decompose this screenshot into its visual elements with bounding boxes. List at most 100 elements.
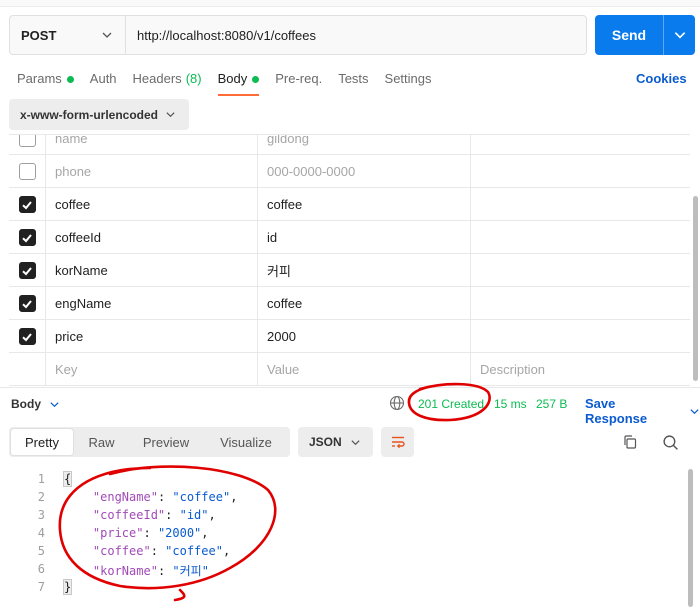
value-cell[interactable]: 2000 bbox=[258, 320, 471, 353]
headers-count: (8) bbox=[185, 71, 202, 86]
copy-icon[interactable] bbox=[622, 434, 638, 450]
check-icon bbox=[22, 332, 32, 341]
row-checkbox[interactable] bbox=[18, 135, 36, 147]
chevron-down-icon bbox=[50, 401, 59, 407]
url-input[interactable]: http://localhost:8080/v1/coffees bbox=[126, 28, 316, 43]
value-cell[interactable]: coffee bbox=[258, 287, 471, 320]
value-cell[interactable]: coffee bbox=[258, 188, 471, 221]
value-cell[interactable]: 커피 bbox=[258, 254, 471, 287]
response-section-label: Body bbox=[11, 397, 41, 411]
description-cell[interactable] bbox=[471, 135, 690, 155]
key-cell[interactable]: engName bbox=[46, 287, 258, 320]
check-icon bbox=[22, 200, 32, 209]
globe-icon[interactable] bbox=[389, 395, 405, 411]
scrollbar-thumb[interactable] bbox=[693, 196, 698, 381]
code-scrollbar[interactable] bbox=[688, 466, 693, 611]
tab-settings[interactable]: Settings bbox=[385, 70, 432, 94]
description-cell[interactable] bbox=[471, 188, 690, 221]
value-placeholder[interactable]: Value bbox=[258, 353, 471, 386]
value-cell[interactable]: gildong bbox=[258, 135, 471, 155]
chevron-down-icon bbox=[690, 408, 699, 414]
line-number: 7 bbox=[37, 580, 45, 594]
line-number: 2 bbox=[37, 490, 45, 504]
send-divider bbox=[663, 15, 664, 55]
tab-headers[interactable]: Headers (8) bbox=[133, 70, 202, 94]
body-type-label: x-www-form-urlencoded bbox=[20, 107, 159, 122]
tab-pre-request[interactable]: Pre-req. bbox=[275, 70, 322, 94]
chevron-down-icon bbox=[166, 112, 175, 118]
key-placeholder[interactable]: Key bbox=[46, 353, 258, 386]
response-view-tabs: Pretty Raw Preview Visualize bbox=[9, 427, 290, 457]
table-row: price 2000 bbox=[9, 320, 690, 353]
method-select[interactable]: POST bbox=[10, 16, 126, 54]
check-icon bbox=[22, 299, 32, 308]
check-icon bbox=[22, 266, 32, 275]
table-row: name gildong bbox=[9, 135, 690, 155]
tab-params[interactable]: Params bbox=[17, 70, 74, 94]
row-checkbox[interactable] bbox=[18, 262, 36, 279]
format-select[interactable]: JSON bbox=[298, 427, 373, 457]
tab-visualize[interactable]: Visualize bbox=[204, 427, 288, 457]
key-cell[interactable]: coffee bbox=[46, 188, 258, 221]
description-cell[interactable] bbox=[471, 221, 690, 254]
value-cell[interactable]: id bbox=[258, 221, 471, 254]
url-bar: POST http://localhost:8080/v1/coffees bbox=[9, 15, 587, 55]
key-cell[interactable]: price bbox=[46, 320, 258, 353]
tab-pretty[interactable]: Pretty bbox=[11, 429, 73, 455]
send-label: Send bbox=[611, 27, 647, 43]
description-cell[interactable] bbox=[471, 320, 690, 353]
key-cell[interactable]: phone bbox=[46, 155, 258, 188]
table-row-placeholder: Key Value Description bbox=[9, 353, 690, 386]
key-cell[interactable]: korName bbox=[46, 254, 258, 287]
tab-preview[interactable]: Preview bbox=[128, 427, 204, 457]
row-checkbox[interactable] bbox=[18, 328, 36, 345]
line-number: 4 bbox=[37, 526, 45, 540]
request-tabs: Params Auth Headers (8) Body Pre-req. Tes… bbox=[17, 70, 448, 96]
format-label: JSON bbox=[309, 435, 342, 449]
save-response-label: Save Response bbox=[585, 396, 648, 426]
code-line: "coffeeId": "id", bbox=[92, 508, 216, 522]
tab-body[interactable]: Body bbox=[217, 70, 260, 96]
response-section-select[interactable]: Body bbox=[11, 397, 60, 411]
line-number: 5 bbox=[37, 544, 45, 558]
row-checkbox[interactable] bbox=[18, 196, 36, 213]
scrollbar-thumb[interactable] bbox=[688, 469, 693, 607]
form-data-table: name gildong phone 000-0000-0000 coffee … bbox=[9, 134, 690, 386]
response-time[interactable]: 15 ms bbox=[494, 397, 527, 411]
description-cell[interactable] bbox=[471, 287, 690, 320]
tab-tests[interactable]: Tests bbox=[338, 70, 368, 94]
wrap-lines-button[interactable] bbox=[381, 427, 414, 457]
description-placeholder[interactable]: Description bbox=[471, 353, 690, 386]
table-scrollbar[interactable] bbox=[693, 134, 698, 386]
row-checkbox[interactable] bbox=[18, 295, 36, 312]
status-dot bbox=[66, 76, 74, 83]
code-line: "korName": "커피" bbox=[92, 564, 209, 578]
tab-raw[interactable]: Raw bbox=[75, 427, 128, 457]
value-cell[interactable]: 000-0000-0000 bbox=[258, 155, 471, 188]
description-cell[interactable] bbox=[471, 155, 690, 188]
save-response-button[interactable]: Save Response bbox=[585, 396, 700, 426]
description-cell[interactable] bbox=[471, 254, 690, 287]
chevron-down-icon[interactable] bbox=[673, 28, 687, 42]
cookies-link[interactable]: Cookies bbox=[636, 71, 687, 86]
body-type-select[interactable]: x-www-form-urlencoded bbox=[9, 99, 189, 130]
table-row: coffeeId id bbox=[9, 221, 690, 254]
row-checkbox[interactable] bbox=[18, 163, 36, 180]
key-cell[interactable]: coffeeId bbox=[46, 221, 258, 254]
code-line: } bbox=[62, 579, 73, 595]
response-size[interactable]: 257 B bbox=[536, 397, 567, 411]
response-bar: Body 201 Created 15 ms 257 B Save Respon… bbox=[0, 387, 700, 426]
row-checkbox[interactable] bbox=[18, 229, 36, 246]
line-number: 3 bbox=[37, 508, 45, 522]
chevron-down-icon bbox=[102, 32, 112, 38]
send-button[interactable]: Send bbox=[595, 15, 695, 55]
search-icon[interactable] bbox=[662, 434, 679, 451]
table-row: engName coffee bbox=[9, 287, 690, 320]
code-line: "engName": "coffee", bbox=[92, 490, 238, 504]
wrap-lines-icon bbox=[391, 436, 405, 449]
tab-auth[interactable]: Auth bbox=[90, 70, 117, 94]
response-code-view[interactable]: 1 2 3 4 5 6 7 { "engName": "coffee", "co… bbox=[0, 466, 690, 611]
key-cell[interactable]: name bbox=[46, 135, 258, 155]
status-code[interactable]: 201 Created bbox=[418, 397, 484, 411]
method-label: POST bbox=[21, 27, 57, 43]
